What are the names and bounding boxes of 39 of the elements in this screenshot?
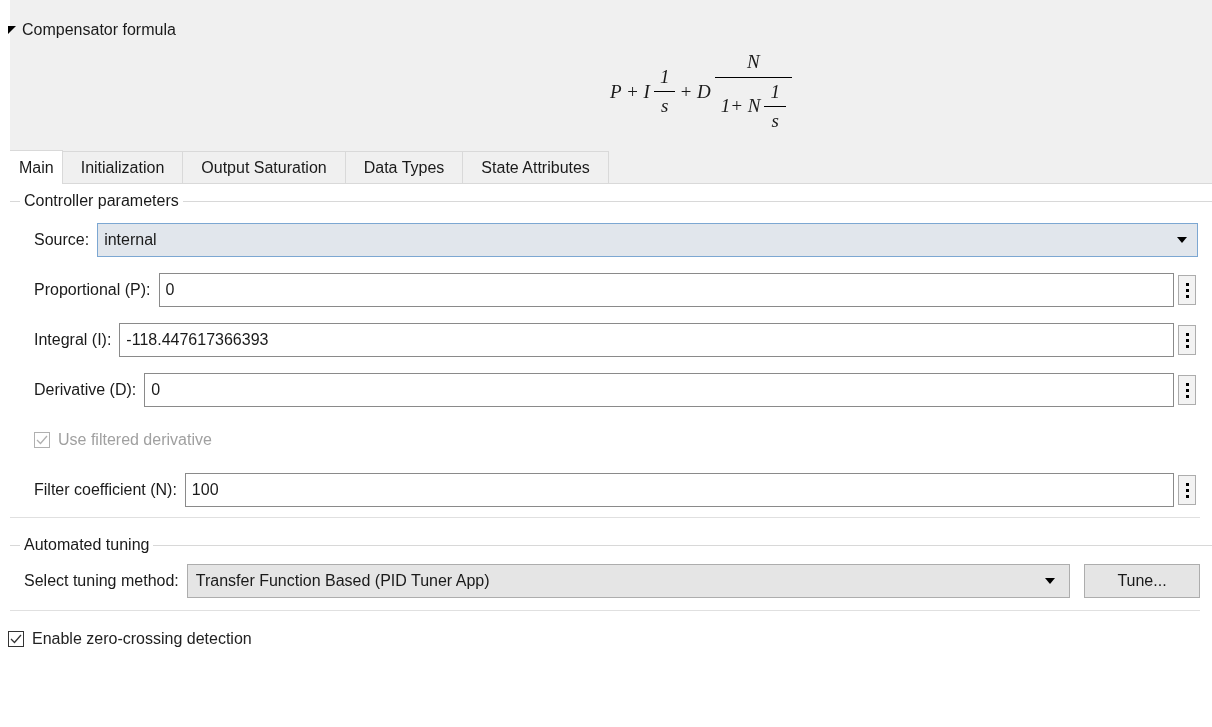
formula-text: 1 xyxy=(769,79,781,104)
checkbox-label: Use filtered derivative xyxy=(58,430,212,450)
tab[interactable]: Output Saturation xyxy=(182,151,346,184)
formula-text: 1+ N xyxy=(719,94,762,119)
tab[interactable]: State Attributes xyxy=(462,151,609,184)
formula-text: P + I xyxy=(609,79,652,104)
formula-text: + D xyxy=(678,79,712,104)
more-options-button[interactable] xyxy=(1178,475,1196,505)
input-field[interactable]: 0 xyxy=(158,273,1174,307)
group-title: Automated tuning xyxy=(23,535,151,555)
expander-icon[interactable] xyxy=(8,26,16,34)
field-label: Filter coefficient (N): xyxy=(34,480,177,500)
more-options-button[interactable] xyxy=(1178,325,1196,355)
tune-button[interactable]: Tune... xyxy=(1084,564,1200,598)
field-label: Proportional (P): xyxy=(34,280,151,300)
tab[interactable]: Initialization xyxy=(61,151,184,184)
formula-text: N xyxy=(746,50,762,74)
checkbox[interactable] xyxy=(8,631,24,647)
source-dropdown[interactable]: internal xyxy=(97,223,1198,257)
field-label: Integral (I): xyxy=(34,330,112,350)
input-field[interactable]: 100 xyxy=(184,473,1174,507)
tab[interactable]: Data Types xyxy=(344,151,464,184)
field-label: Select tuning method: xyxy=(24,571,179,591)
checkbox-label: Enable zero-crossing detection xyxy=(32,629,252,649)
input-field[interactable]: -118.447617366393 xyxy=(119,323,1174,357)
dropdown-caret-icon xyxy=(1045,578,1055,584)
formula-text: s xyxy=(770,109,780,133)
section-title: Compensator formula xyxy=(22,20,176,40)
more-options-button[interactable] xyxy=(1178,375,1196,405)
field-label: Derivative (D): xyxy=(34,380,137,400)
formula-text: s xyxy=(660,94,670,119)
formula-text: 1 xyxy=(658,64,671,89)
input-field[interactable]: 0 xyxy=(144,373,1174,407)
tab[interactable]: Main xyxy=(10,150,63,184)
tuning-method-dropdown[interactable]: Transfer Function Based (PID Tuner App) xyxy=(186,564,1070,598)
field-label: Source: xyxy=(34,230,90,250)
dropdown-caret-icon xyxy=(1177,237,1187,243)
more-options-button[interactable] xyxy=(1178,275,1196,305)
group-title: Controller parameters xyxy=(23,191,180,211)
